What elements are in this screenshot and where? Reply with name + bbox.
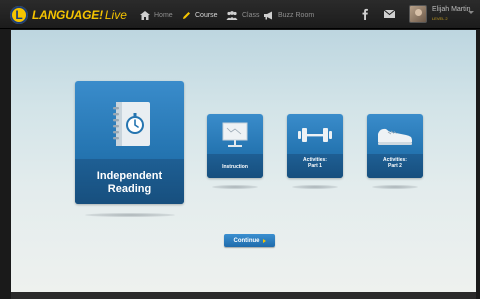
pencil-icon <box>183 11 190 19</box>
tile-activities-part-1[interactable]: Activities: Part 1 <box>287 114 343 178</box>
dumbbell-icon <box>298 128 332 142</box>
home-icon <box>140 10 150 20</box>
user-menu-chevron-down-icon[interactable] <box>468 11 474 14</box>
tile-activities-part-1-label: Activities: Part 1 <box>287 157 343 169</box>
user-level: LEVEL 2 <box>432 16 448 21</box>
logo-badge: L <box>10 5 28 24</box>
tile-shadow <box>212 185 258 189</box>
tile-independent-reading[interactable]: Independent Reading <box>75 81 184 204</box>
tile-shadow <box>85 213 175 217</box>
user-name[interactable]: Elijah Martin <box>432 6 471 13</box>
app-logo[interactable]: L LANGUAGE! Live <box>10 5 127 24</box>
user-avatar[interactable] <box>409 5 427 23</box>
tile-shadow <box>292 185 338 189</box>
nav-course-label: Course <box>195 11 218 19</box>
people-icon <box>226 10 238 20</box>
tile-instruction-label: Instruction <box>222 164 248 170</box>
nav-home-label: Home <box>154 11 173 19</box>
tile-label-line2: Part 1 <box>308 163 322 169</box>
facebook-icon[interactable] <box>362 8 368 20</box>
nav-class[interactable]: Class <box>226 9 260 21</box>
continue-button-label: Continue <box>233 237 260 244</box>
notebook-timer-icon <box>113 102 150 146</box>
megaphone-icon <box>264 11 272 19</box>
mail-icon[interactable] <box>384 10 395 18</box>
continue-button[interactable]: Continue <box>224 234 275 247</box>
nav-buzz-room[interactable]: Buzz Room <box>264 9 314 21</box>
tile-instruction[interactable]: Instruction <box>207 114 263 178</box>
tile-label-line2: Reading <box>107 183 152 195</box>
tile-label-line1: Independent <box>96 170 163 182</box>
logo-live-text: Live <box>104 7 127 22</box>
nav-class-label: Class <box>242 11 260 19</box>
top-bar: L LANGUAGE! Live Home Course Class Buzz … <box>0 0 480 29</box>
sneaker-icon <box>378 128 412 145</box>
chevron-right-icon <box>262 238 266 243</box>
tile-shadow <box>372 185 418 189</box>
logo-brand-text: LANGUAGE! <box>32 7 103 22</box>
nav-buzz-room-label: Buzz Room <box>278 11 315 19</box>
tile-activities-part-2-label: Activities: Part 2 <box>367 157 423 169</box>
content-bottom-edge <box>11 292 476 299</box>
nav-home[interactable]: Home <box>140 9 173 21</box>
nav-course[interactable]: Course <box>182 9 218 21</box>
presentation-board-icon <box>222 122 248 147</box>
tile-label-line2: Part 2 <box>388 163 402 169</box>
tile-independent-reading-label: Independent Reading <box>75 170 184 196</box>
tile-activities-part-2[interactable]: Activities: Part 2 <box>367 114 423 178</box>
